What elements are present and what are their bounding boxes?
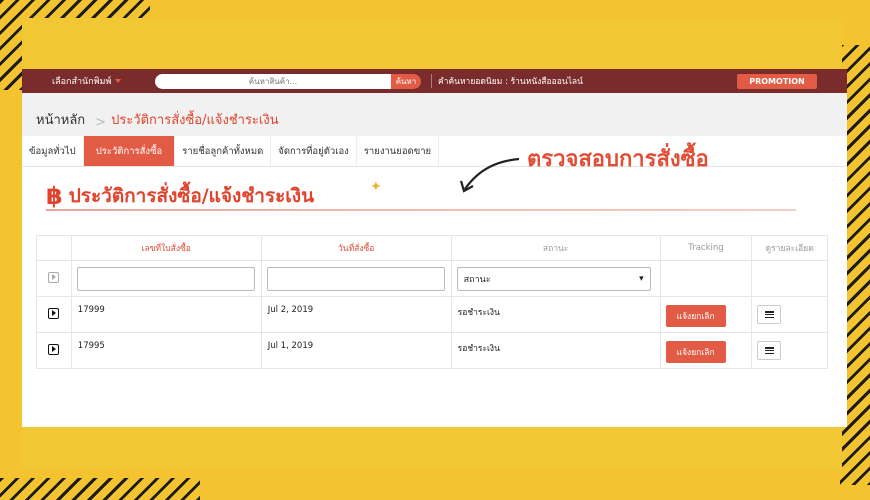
tracking-cell: แจ้งยกเลิก: [659, 296, 753, 333]
row-play-cell: [36, 332, 72, 369]
order-status-cell: รอชำระเงิน: [450, 296, 661, 333]
tracking-cell: แจ้งยกเลิก: [659, 332, 753, 369]
promotion-button[interactable]: PROMOTION: [737, 73, 817, 89]
header-status: สถานะ: [450, 235, 661, 261]
tab-sales-report[interactable]: รายงานยอดขาย: [357, 136, 440, 166]
play-icon[interactable]: [48, 307, 60, 319]
cancel-order-button[interactable]: แจ้งยกเลิก: [665, 305, 726, 327]
order-date-cell: Jul 1, 2019: [260, 332, 452, 369]
store-select[interactable]: เลือกสำนักพิมพ์: [52, 74, 152, 88]
details-cell: [751, 332, 828, 369]
app-window: เลือกสำนักพิมพ์ ค้นหา คำค้นหายอดนิยม : ร…: [22, 69, 847, 427]
baht-icon: ฿: [46, 182, 63, 210]
filter-tracking-cell: [659, 260, 753, 297]
order-date-filter-input[interactable]: [266, 266, 445, 291]
sparkle-icon: ✦: [370, 179, 382, 195]
filter-status-cell: สถานะ ▾: [450, 260, 661, 297]
heading-underline: [46, 209, 796, 211]
filter-play-cell: [36, 260, 72, 297]
filter-order-no-cell: [70, 260, 262, 297]
row-play-cell: [36, 296, 72, 333]
chevron-down-icon: [115, 79, 122, 83]
filter-row: สถานะ ▾: [36, 260, 828, 297]
search-input[interactable]: [155, 73, 391, 89]
header-details: ดูรายละเอียด: [751, 235, 828, 261]
breadcrumb-current: ประวัติการสั่งซื้อ/แจ้งชำระเงิน: [111, 113, 279, 128]
filter-details-cell: [751, 260, 828, 297]
details-cell: [751, 296, 828, 333]
list-icon: [764, 347, 774, 354]
order-no-cell: 17995: [70, 332, 262, 369]
filter-date-cell: [260, 260, 452, 297]
search-group: ค้นหา: [155, 73, 421, 89]
top-bar: เลือกสำนักพิมพ์ ค้นหา คำค้นหายอดนิยม : ร…: [22, 69, 847, 93]
dropdown-arrow-icon: ▾: [639, 273, 644, 284]
play-icon[interactable]: [48, 271, 60, 283]
play-icon[interactable]: [48, 343, 60, 355]
breadcrumb: หน้าหลัก > ประวัติการสั่งซื้อ/แจ้งชำระเง…: [22, 93, 847, 136]
popular-search-text[interactable]: คำค้นหายอดนิยม : ร้านหนังสือออนไลน์: [438, 74, 583, 88]
page-heading: ฿ ประวัติการสั่งซื้อ/แจ้งชำระเงิน: [46, 181, 314, 211]
curved-arrow-icon: [459, 157, 520, 193]
header-order-no[interactable]: เลขที่ใบสั่งซื้อ: [70, 235, 262, 261]
decorative-stripes-bottom-left: [0, 478, 200, 500]
list-icon: [764, 311, 774, 318]
header-tracking: Tracking: [659, 235, 753, 261]
divider: [431, 74, 432, 88]
order-no-cell: 17999: [70, 296, 262, 333]
annotation-text: ตรวจสอบการสั่งซื้อ: [527, 147, 709, 172]
order-date-cell: Jul 2, 2019: [260, 296, 452, 333]
table-row: 17995 Jul 1, 2019 รอชำระเงิน แจ้งยกเลิก: [36, 332, 828, 369]
header-order-date[interactable]: วันที่สั่งซื้อ: [260, 235, 452, 261]
order-status-cell: รอชำระเงิน: [450, 332, 661, 369]
view-details-button[interactable]: [757, 341, 782, 360]
header-select: [36, 235, 72, 261]
breadcrumb-home[interactable]: หน้าหลัก: [36, 109, 85, 130]
order-no-filter-input[interactable]: [76, 266, 255, 291]
table-header-row: เลขที่ใบสั่งซื้อ วันที่สั่งซื้อ สถานะ Tr…: [36, 235, 828, 261]
store-select-label: เลือกสำนักพิมพ์: [52, 77, 112, 87]
status-filter-select[interactable]: สถานะ ▾: [456, 266, 651, 291]
tab-order-history[interactable]: ประวัติการสั่งซื้อ: [83, 136, 176, 166]
tab-bar: ข้อมูลทั่วไป ประวัติการสั่งซื้อ รายชื่อล…: [22, 136, 847, 167]
status-filter-value: สถานะ: [463, 274, 491, 285]
search-button[interactable]: ค้นหา: [391, 73, 421, 89]
view-details-button[interactable]: [757, 305, 782, 324]
page-title: ประวัติการสั่งซื้อ/แจ้งชำระเงิน: [68, 185, 315, 207]
table-row: 17999 Jul 2, 2019 รอชำระเงิน แจ้งยกเลิก: [36, 296, 828, 333]
tab-manage-address[interactable]: จัดการที่อยู่ตัวเอง: [271, 136, 357, 166]
orders-table: เลขที่ใบสั่งซื้อ วันที่สั่งซื้อ สถานะ Tr…: [36, 235, 828, 369]
tab-general-info[interactable]: ข้อมูลทั่วไป: [22, 136, 84, 166]
tab-customer-list[interactable]: รายชื่อลูกค้าทั้งหมด: [175, 136, 272, 166]
breadcrumb-separator: >: [95, 115, 107, 130]
cancel-order-button[interactable]: แจ้งยกเลิก: [665, 341, 726, 363]
